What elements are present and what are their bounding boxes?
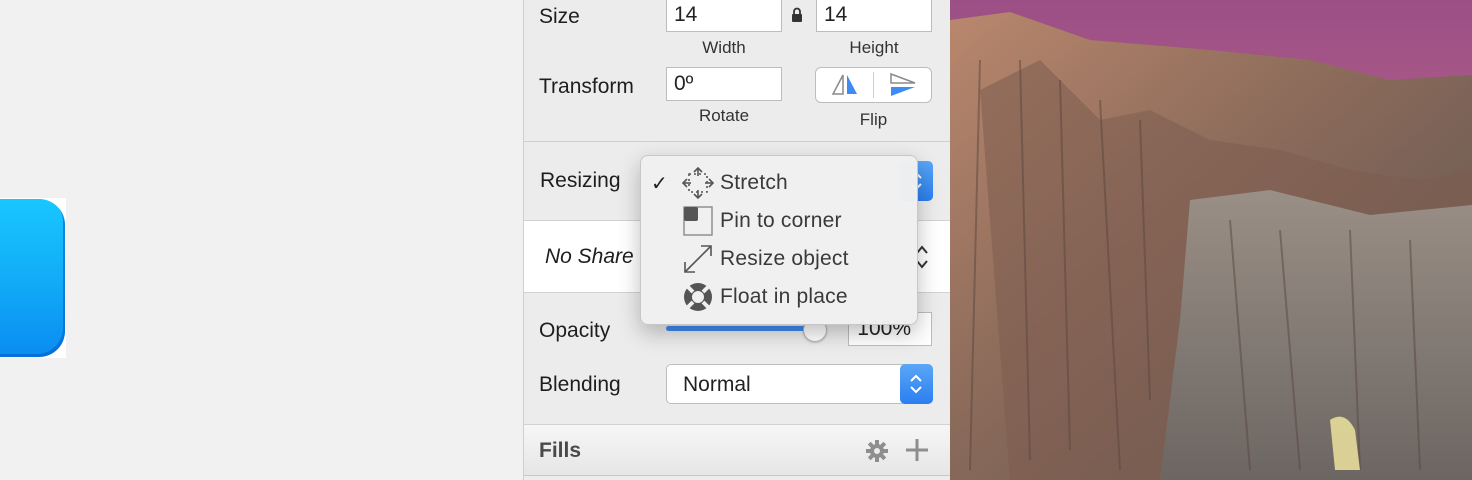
flip-divider (873, 72, 874, 98)
checkmark: ✓ (651, 173, 668, 195)
add-fill-icon[interactable] (905, 438, 929, 462)
width-field[interactable]: 14 (666, 0, 782, 32)
blending-select[interactable]: Normal (666, 364, 933, 404)
menu-item-resize-object[interactable]: Resize object (641, 240, 917, 278)
resizing-label: Resizing (540, 169, 621, 192)
resizing-menu: ✓ Stretch Pin to corner Resize object Fl… (640, 155, 918, 325)
shared-style-value: No Share (545, 245, 634, 268)
pin-corner-icon (683, 206, 713, 236)
selected-rounded-rectangle[interactable] (0, 199, 65, 357)
menu-item-label: Pin to corner (720, 209, 842, 232)
opacity-slider-track[interactable] (666, 326, 816, 331)
canvas-area[interactable] (0, 0, 523, 480)
gear-icon[interactable] (865, 439, 889, 463)
blending-value: Normal (683, 373, 751, 396)
opacity-label: Opacity (539, 319, 611, 342)
menu-item-stretch[interactable]: ✓ Stretch (641, 164, 917, 202)
rotate-field[interactable]: 0º (666, 67, 782, 101)
size-label: Size (539, 5, 580, 28)
blending-stepper[interactable] (900, 364, 933, 404)
desktop-wallpaper (950, 0, 1472, 480)
resize-diagonal-icon (684, 245, 712, 273)
flip-buttons (815, 67, 932, 103)
lifebuoy-icon (684, 283, 712, 311)
menu-item-label: Resize object (720, 247, 849, 270)
flip-horizontal-icon[interactable] (830, 73, 860, 97)
chevron-updown-icon (910, 374, 922, 394)
fills-title: Fills (539, 439, 582, 462)
mountain-wallpaper-image (950, 0, 1472, 480)
rotate-caption: Rotate (698, 106, 750, 125)
height-caption: Height (849, 38, 899, 57)
height-field[interactable]: 14 (816, 0, 932, 32)
menu-item-pin-to-corner[interactable]: Pin to corner (641, 202, 917, 240)
stretch-arrows-icon (681, 166, 715, 200)
blending-label: Blending (539, 373, 621, 396)
transform-label: Transform (539, 75, 634, 98)
width-caption: Width (702, 38, 746, 57)
menu-item-float-in-place[interactable]: Float in place (641, 278, 917, 316)
flip-vertical-icon[interactable] (888, 72, 918, 98)
flip-caption: Flip (859, 110, 888, 129)
lock-icon[interactable] (791, 7, 803, 23)
menu-item-label: Float in place (720, 285, 848, 308)
menu-item-label: Stretch (720, 171, 788, 194)
fills-section-header: Fills (524, 424, 951, 476)
